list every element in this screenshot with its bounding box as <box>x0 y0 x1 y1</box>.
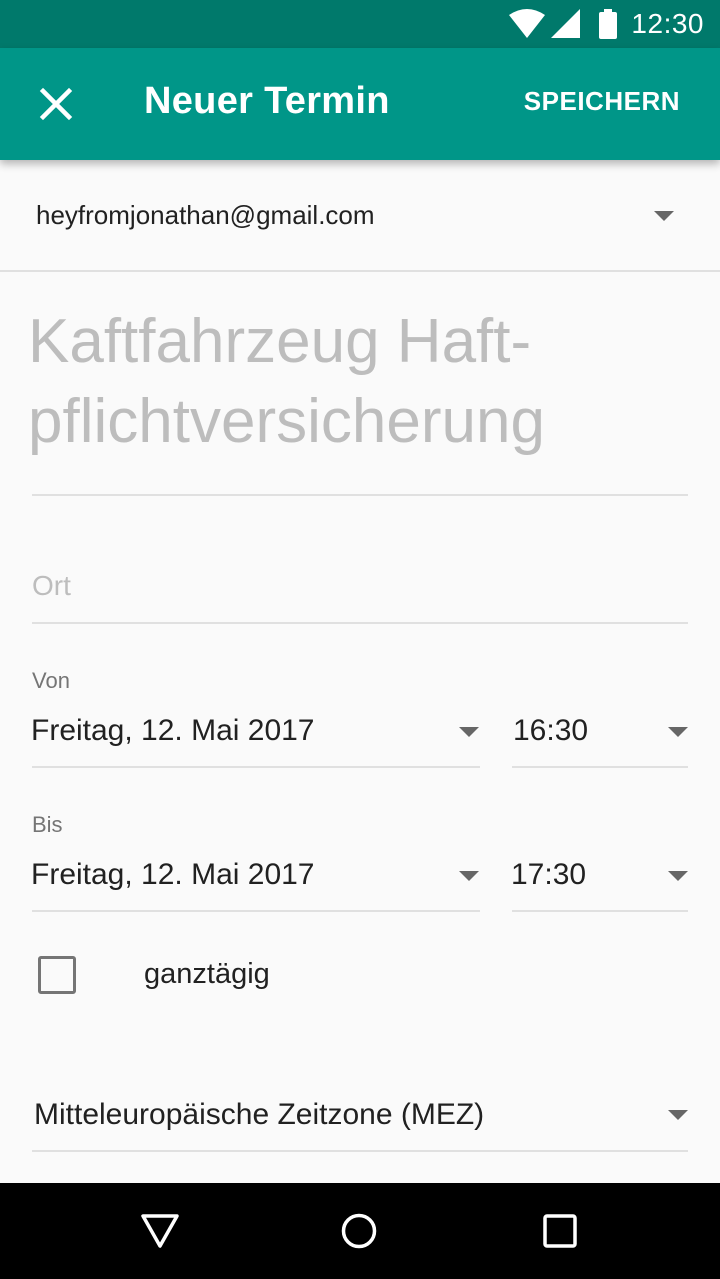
save-button[interactable]: SPEICHERN <box>524 86 680 117</box>
all-day-label: ganztägig <box>144 958 270 990</box>
to-time: 17:30 <box>511 858 587 891</box>
recents-button[interactable] <box>528 1199 592 1263</box>
dropdown-arrow-icon <box>668 1110 688 1120</box>
account-selector[interactable]: heyfromjonathan@gmail.com <box>0 160 720 272</box>
battery-icon <box>599 9 618 39</box>
event-title: Kaftfahrzeug Haft-pflichtversicherung <box>28 307 545 456</box>
close-icon <box>39 87 73 121</box>
recents-icon <box>543 1214 577 1248</box>
page-title: Neuer Termin <box>144 80 390 122</box>
to-label: Bis <box>32 812 63 837</box>
from-label: Von <box>32 668 70 693</box>
status-icons: 12:30 <box>509 6 704 42</box>
dropdown-arrow-icon <box>668 727 688 737</box>
status-bar: 12:30 <box>0 0 720 48</box>
navigation-bar <box>0 1183 720 1279</box>
all-day-checkbox[interactable] <box>38 956 76 994</box>
location-input[interactable]: Ort <box>32 570 71 602</box>
home-button[interactable] <box>327 1199 391 1263</box>
from-date-underline <box>32 766 480 768</box>
signal-icon <box>551 9 581 39</box>
wifi-icon <box>509 9 546 39</box>
account-email: heyfromjonathan@gmail.com <box>36 200 375 230</box>
to-date: Freitag, 12. Mai 2017 <box>31 858 315 891</box>
event-title-field[interactable]: Kaftfahrzeug Haft-pflichtversicherung <box>28 302 688 496</box>
back-button[interactable] <box>128 1199 192 1263</box>
from-date: Freitag, 12. Mai 2017 <box>31 714 315 747</box>
to-time-underline <box>512 910 688 912</box>
dropdown-arrow-icon <box>654 211 674 221</box>
status-time: 12:30 <box>631 8 704 39</box>
from-time: 16:30 <box>513 714 589 747</box>
home-icon <box>341 1213 377 1249</box>
dropdown-arrow-icon <box>459 871 479 881</box>
dropdown-arrow-icon <box>459 727 479 737</box>
close-button[interactable] <box>28 76 84 132</box>
app-bar: Neuer Termin SPEICHERN <box>0 48 720 160</box>
back-icon <box>141 1214 179 1248</box>
location-underline <box>32 622 688 624</box>
timezone-value: Mitteleuropäische Zeitzone (MEZ) <box>34 1098 485 1131</box>
timezone-underline <box>32 1150 688 1152</box>
to-date-underline <box>32 910 480 912</box>
dropdown-arrow-icon <box>668 871 688 881</box>
from-time-underline <box>512 766 688 768</box>
